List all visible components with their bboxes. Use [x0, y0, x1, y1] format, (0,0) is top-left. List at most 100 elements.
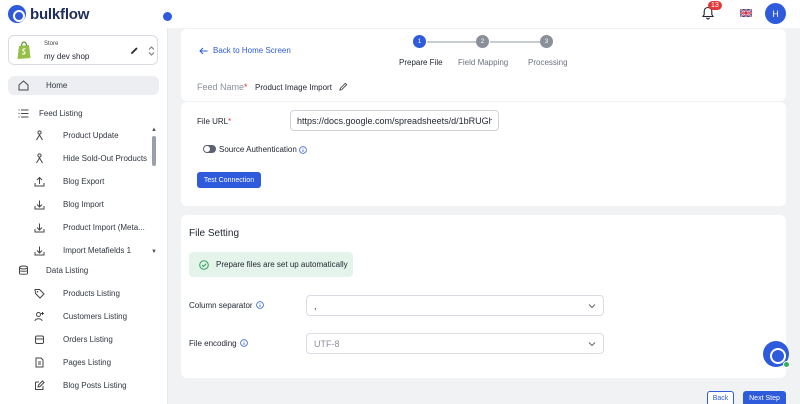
sidebar-item-product-import-meta[interactable]: Product Import (Meta...	[8, 218, 159, 237]
sidebar-item-products-listing[interactable]: Products Listing	[8, 284, 159, 303]
sidebar-item-pages-listing[interactable]: Pages Listing	[8, 353, 159, 372]
notification-badge: 13	[708, 1, 722, 10]
user-add-icon	[34, 312, 44, 322]
file-encoding-value: UTF-8	[314, 338, 340, 349]
store-name: my dev shop	[44, 52, 90, 61]
sidebar-item-label: Product Import (Meta...	[63, 223, 145, 232]
arrow-left-icon	[199, 47, 208, 54]
sidebar-item-orders-listing[interactable]: Orders Listing	[8, 330, 159, 349]
check-circle-icon	[199, 259, 209, 270]
back-link-label: Back to Home Screen	[213, 46, 291, 55]
sidebar-item-home[interactable]: Home	[8, 76, 159, 95]
sidebar: Store my dev shop Home Feed Listing Prod…	[0, 28, 168, 404]
pencil-icon[interactable]	[130, 46, 139, 55]
sidebar-item-label: Product Update	[63, 131, 119, 140]
chevron-down-icon	[588, 304, 596, 309]
file-setting-title: File Setting	[189, 228, 240, 239]
required-mark: *	[244, 82, 248, 92]
sidebar-item-label: Products Listing	[63, 289, 120, 298]
source-auth-toggle[interactable]	[203, 145, 216, 153]
upload-icon	[34, 176, 45, 187]
sidebar-item-data-listing[interactable]: Data Listing	[8, 261, 159, 280]
test-connection-button[interactable]: Test Connection	[197, 172, 261, 188]
list-icon	[18, 109, 29, 118]
back-button[interactable]: Back	[707, 391, 734, 404]
source-auth-label: Source Authentication	[219, 145, 297, 154]
scroll-down-arrow-icon[interactable]: ▼	[151, 249, 157, 255]
download-icon	[34, 246, 45, 256]
column-separator-label: Column separator	[189, 301, 253, 310]
pencil-icon[interactable]	[339, 82, 348, 91]
bulkflow-logo-icon	[8, 5, 26, 23]
home-icon	[18, 80, 29, 91]
column-separator-select[interactable]: ,	[306, 295, 604, 316]
tag-icon	[34, 289, 45, 299]
sidebar-item-feed-listing[interactable]: Feed Listing	[8, 104, 159, 123]
user-avatar[interactable]: H	[765, 3, 786, 24]
file-encoding-label: File encoding	[189, 339, 237, 348]
download-icon	[34, 223, 45, 233]
sort-arrows-icon[interactable]	[148, 45, 155, 57]
info-icon[interactable]	[240, 339, 248, 347]
database-icon	[19, 265, 28, 275]
file-encoding-select[interactable]: UTF-8	[306, 333, 604, 354]
sidebar-scroll-thumb[interactable]	[152, 136, 156, 166]
brand-name: bulkflow	[30, 5, 90, 23]
uk-flag-icon[interactable]	[740, 9, 752, 17]
sidebar-item-blog-import[interactable]: Blog Import	[8, 195, 159, 214]
sidebar-item-label: Blog Import	[63, 200, 104, 209]
sidebar-item-label: Home	[46, 81, 68, 90]
next-step-button[interactable]: Next Step	[743, 391, 786, 404]
sidebar-item-label: Feed Listing	[39, 109, 83, 118]
column-separator-value: ,	[314, 300, 317, 311]
step-connector	[427, 41, 476, 43]
sidebar-item-label: Blog Export	[63, 177, 105, 186]
brand-logo[interactable]: bulkflow	[8, 5, 89, 23]
box-icon	[35, 335, 44, 344]
sidebar-item-blog-posts-listing[interactable]: Blog Posts Listing	[8, 376, 159, 395]
feed-name-label-text: Feed Name	[197, 82, 245, 92]
back-to-home-link[interactable]: Back to Home Screen	[199, 46, 291, 55]
sidebar-item-label: Customers Listing	[63, 312, 128, 321]
step-1-label: Prepare File	[399, 58, 443, 67]
sidebar-item-label: Orders Listing	[63, 335, 113, 344]
sidebar-item-label: Import Metafields 1	[63, 246, 132, 255]
sidebar-item-hide-sold-out[interactable]: Hide Sold-Out Products	[8, 149, 159, 168]
online-status-dot	[783, 361, 790, 368]
required-mark: *	[228, 117, 232, 126]
sidebar-item-product-update[interactable]: Product Update	[8, 126, 159, 145]
success-banner-text: Prepare files are set up automatically	[216, 260, 348, 269]
store-selector[interactable]: Store my dev shop	[8, 35, 158, 65]
sidebar-item-customers-listing[interactable]: Customers Listing	[8, 307, 159, 326]
step-2-label: Field Mapping	[458, 58, 509, 67]
scroll-up-arrow-icon[interactable]: ▲	[151, 127, 157, 133]
step-2-circle[interactable]: 2	[476, 35, 489, 48]
sidebar-item-label: Hide Sold-Out Products	[63, 154, 148, 163]
sidebar-collapse-toggle[interactable]	[163, 12, 172, 21]
person-icon	[36, 153, 43, 164]
feed-name-label: Feed Name*	[197, 82, 248, 92]
shopify-bag-icon	[17, 41, 31, 59]
success-banner: Prepare files are set up automatically	[189, 252, 353, 277]
sidebar-item-label: Blog Posts Listing	[63, 381, 127, 390]
sidebar-item-import-metafields[interactable]: Import Metafields 1	[8, 241, 159, 260]
person-icon	[36, 130, 43, 141]
step-3-circle[interactable]: 3	[540, 35, 553, 48]
info-icon[interactable]	[299, 146, 307, 154]
chevron-down-icon	[588, 342, 596, 347]
download-icon	[34, 200, 45, 210]
file-url-label-text: File URL	[197, 117, 229, 126]
info-icon[interactable]	[256, 301, 264, 309]
sidebar-item-label: Data Listing	[46, 266, 89, 275]
sidebar-item-blog-export[interactable]: Blog Export	[8, 172, 159, 191]
edit-icon	[35, 380, 45, 390]
file-url-label: File URL*	[197, 117, 231, 126]
store-label: Store	[44, 41, 59, 47]
pages-icon	[35, 357, 44, 368]
top-bar: bulkflow 13 H	[0, 0, 800, 28]
sidebar-item-label: Pages Listing	[63, 358, 112, 367]
step-3-label: Processing	[528, 58, 568, 67]
step-1-circle[interactable]: 1	[413, 35, 426, 48]
feed-name-value: Product Image Import	[255, 83, 332, 92]
file-url-input[interactable]	[290, 110, 499, 131]
